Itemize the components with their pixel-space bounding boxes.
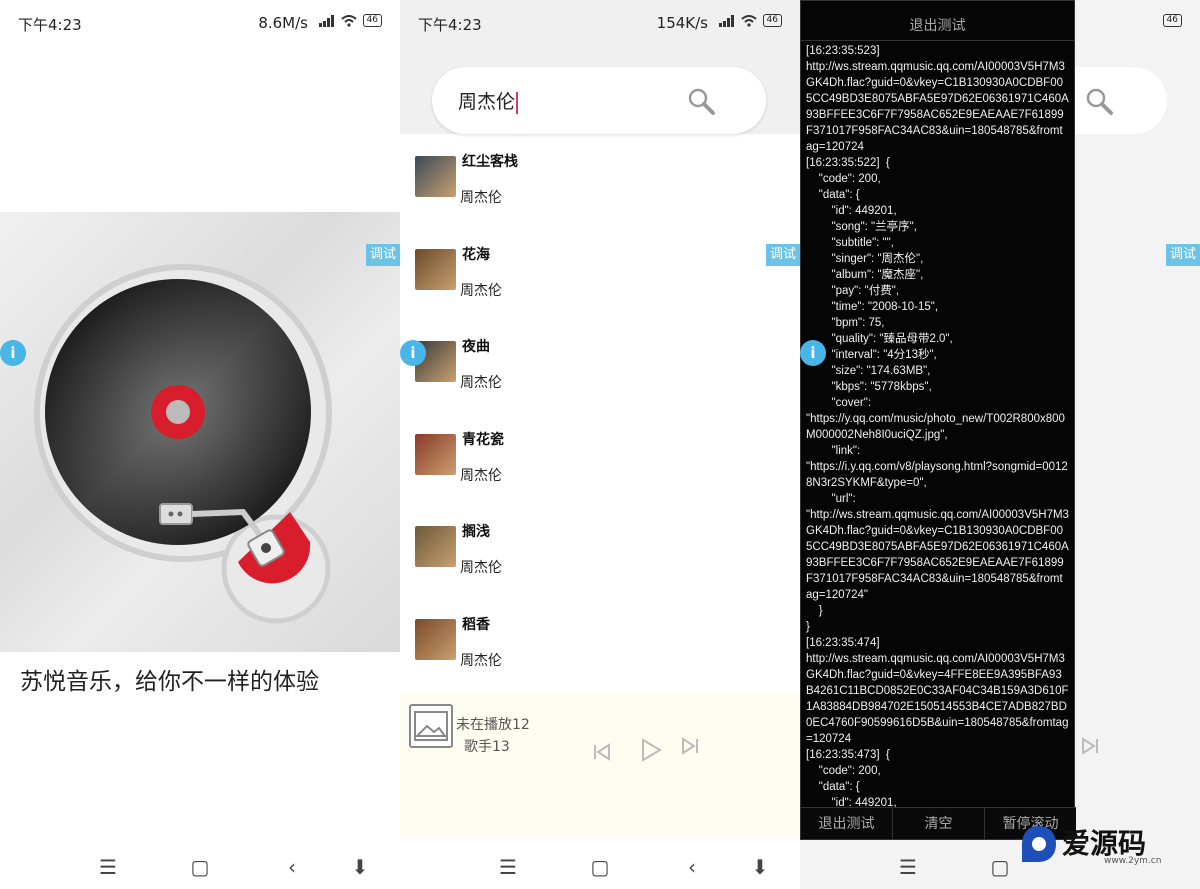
status-icons: 46 — [1162, 14, 1182, 27]
search-bar-area: 周杰伦 — [400, 46, 800, 134]
next-icon[interactable] — [1080, 736, 1100, 756]
status-time: 下午4:23 — [18, 16, 82, 34]
search-results-screen: 下午4:23 154K/s 46 周杰伦 红尘客栈 周杰伦 花海 周杰伦 夜曲 周杰伦 青花… — [400, 0, 800, 889]
song-artist: 周杰伦 — [460, 560, 502, 576]
status-speed: 154K/s — [656, 14, 708, 32]
album-cover — [415, 248, 456, 290]
signal-icon — [318, 14, 334, 27]
song-row[interactable]: 红尘客栈 周杰伦 — [400, 134, 800, 226]
debug-log-screen: 46 调试 退出测试 [16:23:35:523] http://ws.stre… — [800, 0, 1200, 889]
status-speed: 8.6M/s — [258, 14, 308, 32]
song-artist: 周杰伦 — [460, 375, 502, 391]
search-icon[interactable] — [686, 86, 716, 116]
song-title: 稻香 — [462, 616, 490, 633]
song-artist: 周杰伦 — [460, 190, 502, 206]
debug-button[interactable]: 调试 — [1166, 244, 1200, 266]
status-bar: 下午4:23 154K/s 46 — [400, 0, 800, 46]
watermark-url: www.2ym.cn — [1104, 856, 1162, 866]
play-icon[interactable] — [640, 738, 662, 762]
status-icons: 46 — [718, 14, 782, 27]
log-text: [16:23:35:523] http://ws.stream.qqmusic.… — [806, 45, 1069, 809]
home-icon[interactable]: ▢ — [588, 855, 612, 879]
debug-log-overlay: 退出测试 [16:23:35:523] http://ws.stream.qqm… — [800, 0, 1076, 840]
back-icon[interactable]: ‹ — [280, 855, 304, 879]
splash-screen: 下午4:23 8.6M/s 46 调试 i 苏悦音乐，给你不一样的体验 ☰ ▢ … — [0, 0, 400, 889]
search-value: 周杰伦 — [458, 87, 519, 114]
back-icon[interactable]: ‹ — [680, 855, 704, 879]
album-cover — [415, 526, 456, 567]
exit-test-button[interactable]: 退出测试 — [801, 808, 893, 839]
info-icon[interactable]: i — [800, 340, 826, 366]
signal-icon — [718, 14, 734, 27]
vinyl-record-icon — [34, 264, 332, 624]
info-icon[interactable]: i — [400, 340, 426, 366]
assistant-icon[interactable]: ⬇ — [748, 855, 772, 879]
search-icon[interactable] — [1084, 86, 1114, 116]
battery-icon: 46 — [762, 14, 782, 27]
status-icons: 46 — [318, 14, 382, 27]
menu-icon[interactable]: ☰ — [96, 855, 120, 879]
system-nav-bar: ☰ ▢ ‹ ⬇ — [400, 843, 800, 889]
battery-icon: 46 — [362, 14, 382, 27]
debug-button[interactable]: 调试 — [366, 244, 400, 266]
splash-illustration — [0, 212, 400, 652]
wifi-icon — [740, 14, 757, 27]
song-title: 搁浅 — [462, 524, 490, 540]
song-artist: 周杰伦 — [460, 467, 502, 484]
song-row[interactable]: 青花瓷 周杰伦 — [400, 412, 800, 504]
watermark-logo: 爱源码 www.2ym.cn — [1018, 820, 1200, 870]
debug-button[interactable]: 调试 — [766, 244, 800, 266]
song-title: 夜曲 — [462, 339, 490, 355]
battery-icon: 46 — [1162, 14, 1182, 27]
album-thumbnail — [409, 704, 453, 748]
previous-icon[interactable] — [592, 742, 612, 762]
song-row[interactable]: 夜曲 周杰伦 — [400, 319, 800, 411]
exit-test-button-top[interactable]: 退出测试 — [801, 1, 1074, 41]
now-playing-title: 未在播放12 — [456, 717, 530, 733]
now-playing-artist: 歌手13 — [464, 739, 510, 755]
song-artist: 周杰伦 — [460, 282, 502, 299]
status-bar: 下午4:23 8.6M/s 46 — [0, 0, 400, 46]
info-icon[interactable]: i — [0, 340, 26, 366]
song-title: 花海 — [462, 246, 490, 263]
app-slogan: 苏悦音乐，给你不一样的体验 — [20, 669, 319, 695]
song-artist: 周杰伦 — [460, 652, 502, 669]
menu-icon[interactable]: ☰ — [896, 855, 920, 879]
system-nav-bar: ☰ ▢ ‹ ⬇ — [0, 843, 400, 889]
menu-icon[interactable]: ☰ — [496, 855, 520, 879]
search-input[interactable]: 周杰伦 — [432, 67, 766, 134]
song-row[interactable]: 花海 周杰伦 — [400, 227, 800, 319]
next-icon[interactable] — [680, 736, 700, 756]
song-title: 青花瓷 — [462, 431, 504, 448]
wifi-icon — [340, 14, 357, 27]
assistant-icon[interactable]: ⬇ — [348, 855, 372, 879]
clear-button[interactable]: 清空 — [893, 808, 985, 839]
home-icon[interactable]: ▢ — [188, 855, 212, 879]
home-icon[interactable]: ▢ — [988, 855, 1012, 879]
status-time: 下午4:23 — [418, 16, 482, 34]
song-row[interactable]: 搁浅 周杰伦 — [400, 504, 800, 596]
mini-player[interactable]: 未在播放12 歌手13 — [400, 694, 800, 838]
album-cover — [415, 618, 456, 660]
song-row[interactable]: 稻香 周杰伦 — [400, 597, 800, 689]
watermark-logo-icon — [1022, 826, 1056, 862]
image-placeholder-icon — [414, 711, 448, 741]
album-cover — [415, 156, 456, 197]
song-title: 红尘客栈 — [462, 154, 518, 170]
album-cover — [415, 433, 456, 475]
